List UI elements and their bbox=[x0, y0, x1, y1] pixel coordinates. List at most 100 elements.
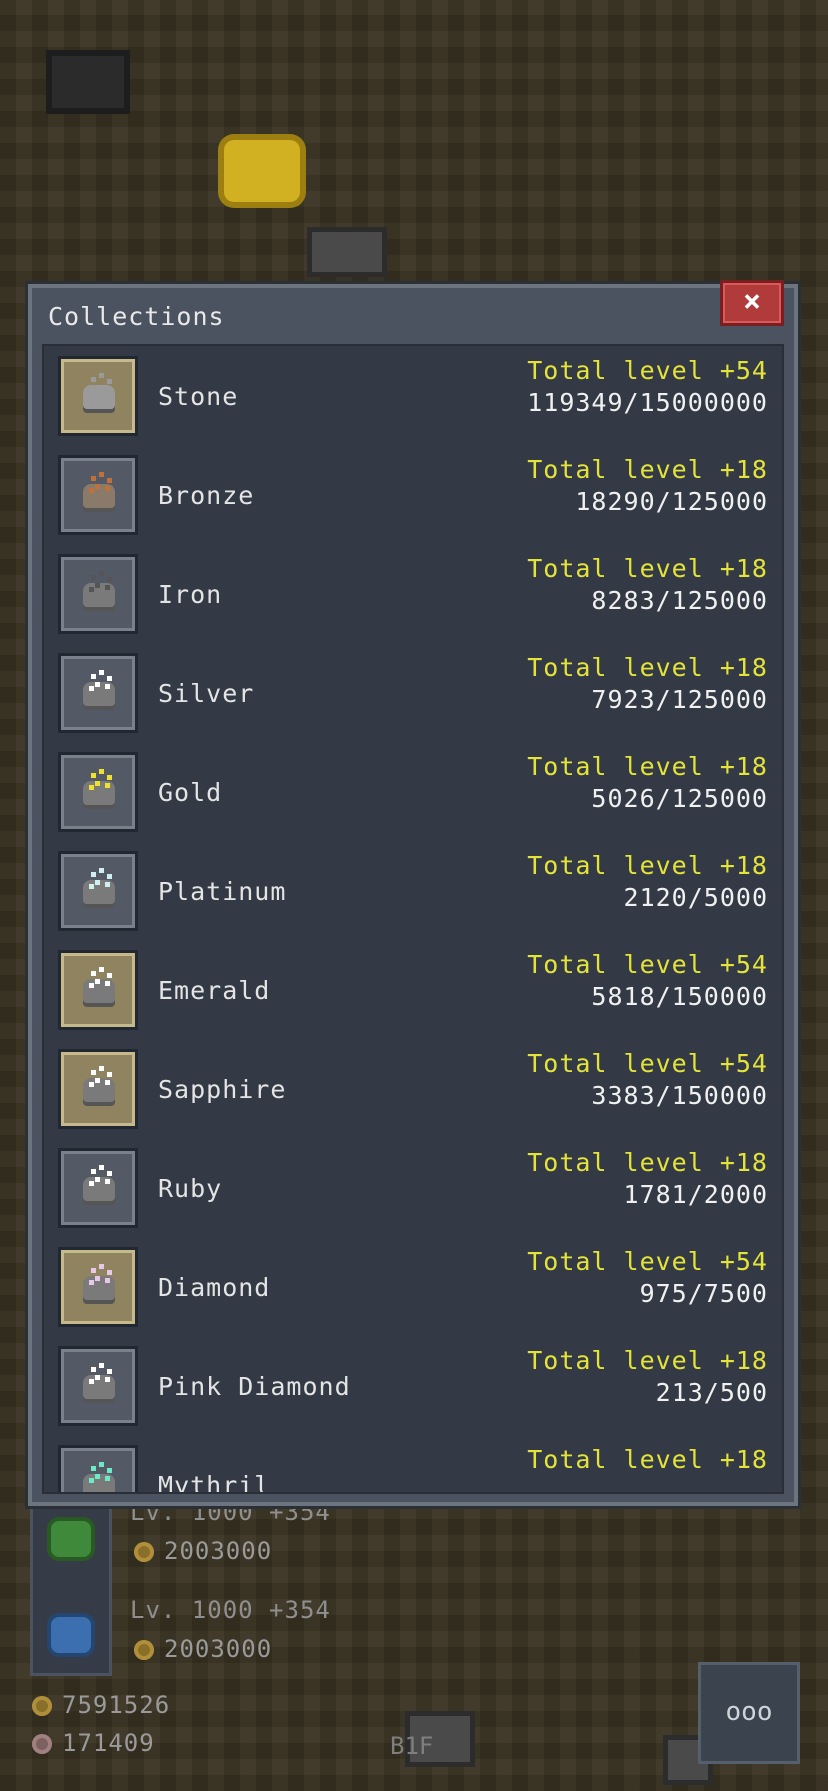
collection-row[interactable]: Emerald Total level +54 5818/150000 bbox=[44, 940, 782, 1039]
menu-button[interactable]: ooo bbox=[698, 1662, 800, 1764]
collection-name: Mythril bbox=[158, 1471, 271, 1494]
worker-panel bbox=[30, 1506, 112, 1676]
collection-name: Silver bbox=[158, 679, 255, 708]
gold-amount: 7591526 bbox=[62, 1691, 171, 1719]
collection-progress: 5818/150000 bbox=[591, 982, 768, 1011]
ore-icon-frame bbox=[58, 752, 138, 832]
ore-sparkle bbox=[95, 385, 100, 390]
collection-bonus: Total level +54 bbox=[527, 950, 768, 979]
ore-sparkle bbox=[107, 577, 112, 582]
ore-sparkle bbox=[89, 1181, 94, 1186]
ore-sparkle bbox=[95, 583, 100, 588]
collection-row[interactable]: Platinum Total level +18 2120/5000 bbox=[44, 841, 782, 940]
ore-icon-frame bbox=[58, 851, 138, 931]
ore-sparkle bbox=[89, 785, 94, 790]
collection-progress: 7923/125000 bbox=[591, 685, 768, 714]
water-icon[interactable] bbox=[51, 1617, 91, 1653]
ore-sparkle bbox=[89, 686, 94, 691]
ore-sparkle bbox=[91, 476, 96, 481]
collection-progress: 18290/125000 bbox=[575, 487, 768, 516]
collection-name: Iron bbox=[158, 580, 223, 609]
collection-row[interactable]: Ruby Total level +18 1781/2000 bbox=[44, 1138, 782, 1237]
ore-sparkle bbox=[105, 486, 110, 491]
ore-icon-frame bbox=[58, 1445, 138, 1492]
ore-sparkle bbox=[91, 1070, 96, 1075]
gold-ore-rock bbox=[224, 140, 300, 202]
collection-progress: 975/7500 bbox=[639, 1279, 768, 1308]
close-button[interactable]: × bbox=[720, 280, 784, 326]
ore-icon-frame bbox=[58, 653, 138, 733]
ore-sparkle bbox=[107, 478, 112, 483]
ore-sparkle bbox=[95, 1078, 100, 1083]
ore-icon-frame bbox=[58, 554, 138, 634]
modal-title: Collections bbox=[48, 302, 225, 331]
ore-sparkle bbox=[99, 769, 104, 774]
gem-amount: 171409 bbox=[62, 1729, 155, 1757]
collection-row[interactable]: Iron Total level +18 8283/125000 bbox=[44, 544, 782, 643]
ore-sparkle bbox=[99, 373, 104, 378]
ore-sparkle bbox=[91, 872, 96, 877]
collection-row[interactable]: Diamond Total level +54 975/7500 bbox=[44, 1237, 782, 1336]
ore-sparkle bbox=[105, 1476, 110, 1481]
ore-sparkle bbox=[95, 781, 100, 786]
collection-bonus: Total level +18 bbox=[527, 455, 768, 484]
tree-icon[interactable] bbox=[51, 1521, 91, 1557]
collection-name: Bronze bbox=[158, 481, 255, 510]
ore-sparkle bbox=[99, 670, 104, 675]
ore-sparkle bbox=[105, 981, 110, 986]
ore-sparkle bbox=[89, 983, 94, 988]
collection-name: Stone bbox=[158, 382, 239, 411]
ore-sparkle bbox=[89, 389, 94, 394]
ore-sparkle bbox=[91, 971, 96, 976]
ore-sparkle bbox=[95, 979, 100, 984]
ore-sparkle bbox=[99, 1165, 104, 1170]
ore-sparkle bbox=[107, 1468, 112, 1473]
coin-icon bbox=[134, 1542, 154, 1562]
ore-icon-frame bbox=[58, 1247, 138, 1327]
collection-name: Platinum bbox=[158, 877, 287, 906]
collection-name: Pink Diamond bbox=[158, 1372, 351, 1401]
ore-sparkle bbox=[95, 484, 100, 489]
collection-bonus: Total level +18 bbox=[527, 653, 768, 682]
ore-sparkle bbox=[91, 674, 96, 679]
collection-progress: 1781/2000 bbox=[623, 1180, 768, 1209]
ore-sparkle bbox=[107, 973, 112, 978]
collection-bonus: Total level +54 bbox=[527, 1247, 768, 1276]
ore-sparkle bbox=[95, 682, 100, 687]
collection-row[interactable]: Mythril Total level +18 bbox=[44, 1435, 782, 1494]
ore-sparkle bbox=[105, 387, 110, 392]
collection-bonus: Total level +18 bbox=[527, 1445, 768, 1474]
collection-progress: 213/500 bbox=[655, 1378, 768, 1407]
ore-sparkle bbox=[91, 1367, 96, 1372]
collection-progress: 5026/125000 bbox=[591, 784, 768, 813]
collection-bonus: Total level +18 bbox=[527, 554, 768, 583]
ore-sparkle bbox=[105, 585, 110, 590]
collections-list[interactable]: Stone Total level +54 119349/15000000 Bronz… bbox=[42, 344, 784, 1494]
collection-progress: 3383/150000 bbox=[591, 1081, 768, 1110]
collection-row[interactable]: Pink Diamond Total level +18 213/500 bbox=[44, 1336, 782, 1435]
collection-row[interactable]: Bronze Total level +18 18290/125000 bbox=[44, 445, 782, 544]
ore-sparkle bbox=[95, 1177, 100, 1182]
collection-row[interactable]: Silver Total level +18 7923/125000 bbox=[44, 643, 782, 742]
ore-icon-frame bbox=[58, 356, 138, 436]
ore-sparkle bbox=[107, 1072, 112, 1077]
collection-row[interactable]: Gold Total level +18 5026/125000 bbox=[44, 742, 782, 841]
ore-sparkle bbox=[99, 868, 104, 873]
collection-name: Emerald bbox=[158, 976, 271, 1005]
ore-sparkle bbox=[105, 684, 110, 689]
ore-sparkle bbox=[107, 775, 112, 780]
grey-rock bbox=[312, 232, 382, 272]
collection-progress: 2120/5000 bbox=[623, 883, 768, 912]
ore-sparkle bbox=[95, 1375, 100, 1380]
ore-icon-frame bbox=[58, 1148, 138, 1228]
ore-sparkle bbox=[91, 1169, 96, 1174]
ore-sparkle bbox=[107, 1369, 112, 1374]
ore-sparkle bbox=[99, 472, 104, 477]
ore-sparkle bbox=[99, 1462, 104, 1467]
ore-sparkle bbox=[89, 488, 94, 493]
collection-row[interactable]: Stone Total level +54 119349/15000000 bbox=[44, 346, 782, 445]
ore-sparkle bbox=[89, 1478, 94, 1483]
collection-name: Diamond bbox=[158, 1273, 271, 1302]
collection-row[interactable]: Sapphire Total level +54 3383/150000 bbox=[44, 1039, 782, 1138]
ore-sparkle bbox=[89, 1379, 94, 1384]
